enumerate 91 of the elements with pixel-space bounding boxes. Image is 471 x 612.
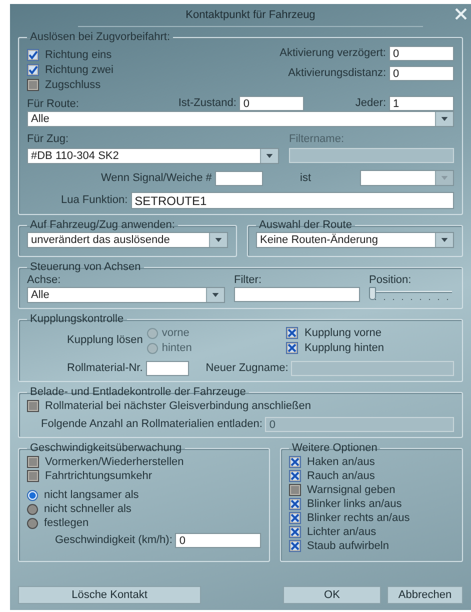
checkbox-label: Warnsignal geben: [307, 484, 396, 496]
field-label: Für Route:: [27, 98, 79, 111]
field-label: Kupplung lösen: [67, 334, 143, 347]
checkbox-label: Zugschluss: [45, 78, 101, 92]
radio-label: nicht langsamer als: [44, 488, 139, 502]
checkbox[interactable]: [27, 49, 39, 61]
field-label: Aktivierung verzögert:: [280, 47, 386, 60]
checkbox[interactable]: [27, 79, 39, 91]
field-label: Achse:: [27, 274, 62, 287]
checkbox-label: Blinker links an/aus: [307, 498, 402, 510]
dropdown[interactable]: Alle: [27, 287, 225, 303]
radio-label: hinten: [162, 342, 192, 354]
radio-label: vorne: [162, 326, 190, 340]
checkbox-label: Kupplung vorne: [304, 326, 382, 340]
checkbox-label: Kupplung hinten: [304, 342, 384, 354]
dropdown[interactable]: unverändert das auslösende: [27, 232, 228, 248]
checkbox[interactable]: [286, 327, 298, 339]
checkbox-label: Richtung zwei: [45, 64, 114, 76]
checkbox[interactable]: [27, 400, 39, 412]
cancel-button[interactable]: Abbrechen: [387, 586, 463, 604]
field-label: ist: [300, 172, 311, 184]
field-label: Rollmaterial-Nr.: [67, 362, 143, 375]
group-title: Geschwindigkeitsüberwachung: [29, 442, 183, 454]
text-field[interactable]: [214, 170, 263, 186]
text-field[interactable]: 0: [389, 46, 454, 61]
field-label: Wenn Signal/Weiche #: [101, 172, 212, 184]
radio-button[interactable]: [27, 504, 38, 514]
checkbox-label: Rauch an/aus: [307, 470, 375, 482]
field-label: Neuer Zugname:: [206, 362, 288, 375]
group-title: Auslösen bei Zugvorbeifahrt:: [29, 31, 172, 43]
checkbox[interactable]: [289, 526, 301, 538]
text-field[interactable]: 0: [175, 533, 261, 548]
dropdown[interactable]: #DB 110-304 SK2: [27, 148, 279, 164]
checkbox-label: Staub aufwirbeln: [307, 540, 389, 552]
checkbox[interactable]: [27, 456, 39, 468]
checkbox-label: Richtung eins: [45, 48, 112, 62]
position-slider[interactable]: [369, 287, 454, 303]
group-title: Auswahl der Route: [258, 219, 353, 231]
radio-label: nicht schneller als: [44, 502, 132, 516]
window-title: Kontaktpunkt für Fahrzeug: [186, 9, 316, 21]
field-label: Geschwindigkeit (km/h):: [55, 534, 172, 547]
checkbox[interactable]: [27, 470, 39, 482]
checkbox[interactable]: [289, 470, 301, 482]
ok-button[interactable]: OK: [283, 586, 381, 604]
radio-label: festlegen: [44, 516, 89, 530]
checkbox[interactable]: [27, 64, 39, 76]
group-title: Kupplungskontrolle: [29, 313, 125, 325]
caret-icon: [441, 238, 448, 242]
field-label: Filtername:: [289, 133, 346, 146]
group-title: Belade- und Entladekontrolle der Fahrzeuge: [29, 386, 247, 398]
checkbox[interactable]: [286, 342, 298, 354]
group-title: Auf Fahrzeug/Zug anwenden:: [29, 219, 176, 231]
text-field[interactable]: [234, 287, 360, 302]
text-field[interactable]: SETROUTE1: [130, 192, 454, 209]
checkbox-label: Lichter an/aus: [307, 526, 376, 538]
checkbox[interactable]: [289, 498, 301, 510]
radio-button[interactable]: [27, 490, 38, 500]
field-label: Jeder:: [355, 97, 386, 110]
dropdown[interactable]: Alle: [27, 111, 454, 127]
checkbox-label: Blinker rechts an/aus: [307, 512, 410, 524]
text-field[interactable]: 0: [389, 66, 454, 81]
caret-icon: [215, 238, 222, 242]
radio-button[interactable]: [27, 518, 38, 528]
field-label: Lua Funktion:: [61, 194, 128, 207]
dropdown[interactable]: [360, 170, 454, 186]
checkbox-label: Fahrtrichtungsumkehr: [45, 470, 152, 482]
checkbox[interactable]: [289, 540, 301, 552]
field-label: Position:: [369, 274, 412, 287]
text-field[interactable]: 1: [389, 96, 454, 111]
checkbox[interactable]: [289, 484, 301, 496]
checkbox-label: Vormerken/Wiederherstellen: [45, 456, 184, 468]
caret-icon: [441, 176, 448, 180]
close-icon[interactable]: [455, 8, 467, 20]
checkbox-label: Haken an/aus: [307, 456, 375, 468]
caret-icon: [212, 293, 219, 297]
text-field[interactable]: 0: [239, 96, 304, 111]
caret-icon: [266, 154, 273, 158]
delete-button[interactable]: Lösche Kontakt: [18, 586, 201, 604]
checkbox[interactable]: [289, 512, 301, 524]
field-label: Aktivierungsdistanz:: [288, 67, 386, 80]
field-label: Ist-Zustand:: [178, 97, 236, 110]
checkbox-label: Rollmaterial bei nächster Gleisverbindung anschließen: [45, 400, 311, 412]
group-title: Weitere Optionen: [291, 442, 378, 454]
group-title: Steuerung von Achsen: [29, 261, 142, 273]
text-field[interactable]: [146, 361, 189, 376]
field-label: Filter:: [234, 274, 262, 287]
caret-icon: [441, 117, 448, 121]
field-label: Für Zug:: [27, 133, 70, 146]
dropdown[interactable]: Keine Routen-Änderung: [256, 232, 454, 248]
field-label: Folgende Anzahl an Rollmaterialien entladen:: [41, 418, 262, 431]
checkbox[interactable]: [289, 456, 301, 468]
